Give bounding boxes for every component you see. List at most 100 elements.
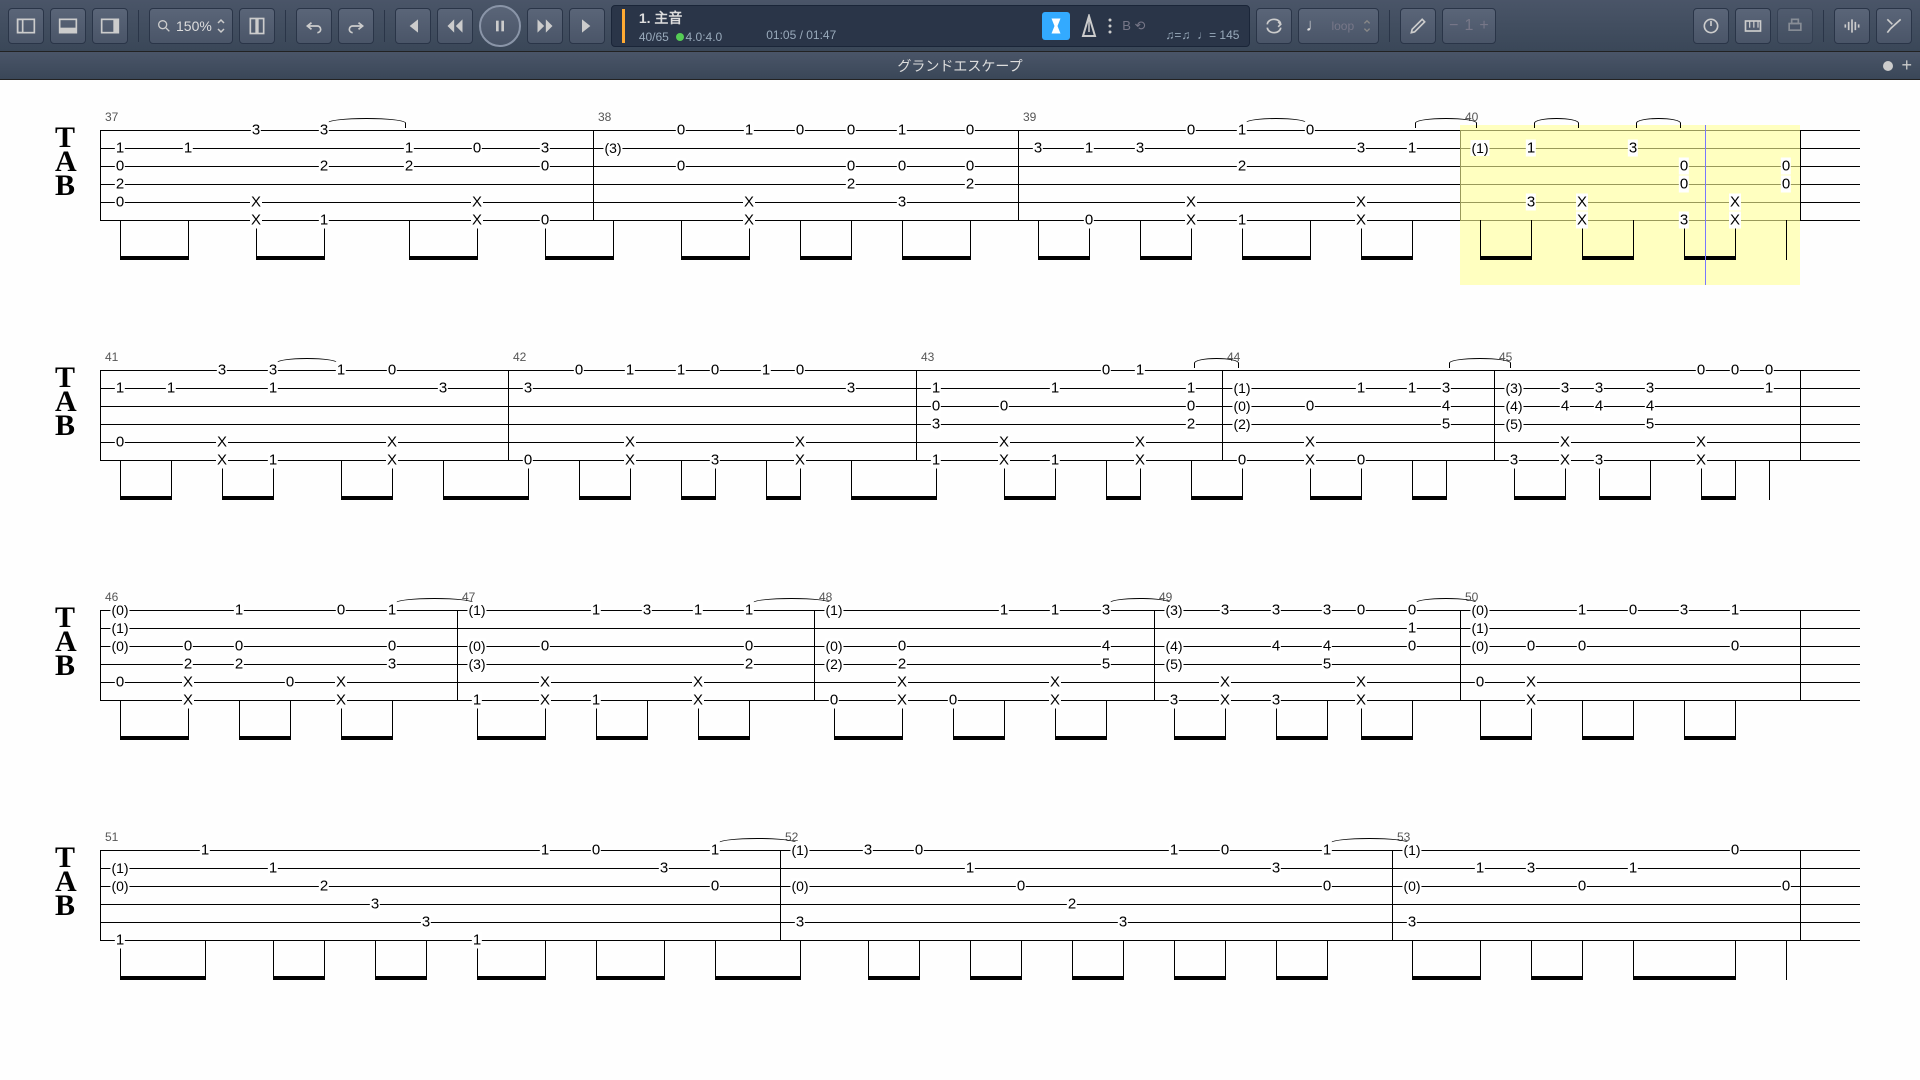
fret-number[interactable]: (2): [1232, 416, 1251, 432]
fret-number[interactable]: 1: [999, 602, 1009, 619]
fret-number[interactable]: 3: [1441, 380, 1451, 397]
redo-icon[interactable]: [338, 8, 374, 44]
fret-number[interactable]: 3: [795, 914, 805, 931]
fret-number[interactable]: 3: [863, 842, 873, 859]
fret-number[interactable]: X: [743, 212, 755, 229]
fret-number[interactable]: 2: [234, 656, 244, 673]
fret-number[interactable]: 2: [319, 158, 329, 175]
fret-number[interactable]: 2: [1237, 158, 1247, 175]
fret-number[interactable]: 1: [1407, 140, 1417, 157]
fret-number[interactable]: 0: [387, 362, 397, 379]
fret-number[interactable]: 3: [1169, 692, 1179, 709]
fret-number[interactable]: 3: [251, 122, 261, 139]
fret-number[interactable]: X: [1559, 452, 1571, 469]
audio-icon[interactable]: [1834, 8, 1870, 44]
fret-number[interactable]: (2): [824, 656, 843, 672]
fret-number[interactable]: (0): [790, 878, 809, 894]
fret-number[interactable]: X: [1134, 452, 1146, 469]
fret-number[interactable]: X: [1049, 692, 1061, 709]
fret-number[interactable]: 0: [948, 692, 958, 709]
undo-icon[interactable]: [296, 8, 332, 44]
fret-number[interactable]: 0: [1730, 842, 1740, 859]
fret-number[interactable]: 1: [1050, 380, 1060, 397]
fret-number[interactable]: 0: [540, 638, 550, 655]
fret-number[interactable]: 1: [744, 602, 754, 619]
fret-number[interactable]: X: [1304, 452, 1316, 469]
fret-number[interactable]: 3: [1271, 860, 1281, 877]
fret-number[interactable]: 0: [829, 692, 839, 709]
fret-number[interactable]: (4): [1504, 398, 1523, 414]
fret-number[interactable]: 2: [965, 176, 975, 193]
fret-number[interactable]: 0: [931, 398, 941, 415]
fret-number[interactable]: 0: [1696, 362, 1706, 379]
fret-number[interactable]: 2: [897, 656, 907, 673]
fret-number[interactable]: X: [692, 674, 704, 691]
fret-number[interactable]: X: [1355, 212, 1367, 229]
fret-number[interactable]: 4: [1441, 398, 1451, 415]
fret-number[interactable]: 0: [574, 362, 584, 379]
fret-number[interactable]: X: [471, 212, 483, 229]
fret-number[interactable]: 0: [472, 140, 482, 157]
fret-number[interactable]: 3: [931, 416, 941, 433]
page-layout-icon[interactable]: [239, 8, 275, 44]
fret-number[interactable]: X: [539, 674, 551, 691]
fret-number[interactable]: X: [1576, 212, 1588, 229]
fret-number[interactable]: X: [896, 674, 908, 691]
fret-number[interactable]: (0): [110, 878, 129, 894]
fret-number[interactable]: 1: [472, 932, 482, 949]
fret-number[interactable]: 3: [1271, 692, 1281, 709]
fret-number[interactable]: X: [1559, 434, 1571, 451]
fret-number[interactable]: 1: [472, 692, 482, 709]
fret-number[interactable]: X: [998, 434, 1010, 451]
fret-number[interactable]: (1): [824, 602, 843, 618]
fret-number[interactable]: 0: [846, 158, 856, 175]
fret-number[interactable]: 0: [1356, 452, 1366, 469]
fret-number[interactable]: 1: [1186, 380, 1196, 397]
fret-number[interactable]: 0: [1730, 362, 1740, 379]
fret-number[interactable]: 1: [1084, 140, 1094, 157]
fret-number[interactable]: 3: [897, 194, 907, 211]
fret-number[interactable]: (5): [1164, 656, 1183, 672]
fret-number[interactable]: 0: [897, 638, 907, 655]
fret-number[interactable]: 0: [1101, 362, 1111, 379]
fret-number[interactable]: 0: [523, 452, 533, 469]
fret-number[interactable]: 1: [761, 362, 771, 379]
fret-number[interactable]: X: [1576, 194, 1588, 211]
fret-number[interactable]: 0: [846, 122, 856, 139]
fret-number[interactable]: X: [386, 434, 398, 451]
fret-number[interactable]: 3: [1135, 140, 1145, 157]
fret-number[interactable]: 1: [897, 122, 907, 139]
fret-number[interactable]: 0: [710, 878, 720, 895]
fret-number[interactable]: 1: [693, 602, 703, 619]
fret-number[interactable]: 1: [115, 932, 125, 949]
fret-number[interactable]: 2: [183, 656, 193, 673]
fret-number[interactable]: (0): [824, 638, 843, 654]
fret-number[interactable]: X: [1049, 674, 1061, 691]
fret-number[interactable]: 1: [1577, 602, 1587, 619]
fret-number[interactable]: 1: [931, 452, 941, 469]
fret-number[interactable]: 1: [1169, 842, 1179, 859]
fret-number[interactable]: X: [1355, 692, 1367, 709]
fret-number[interactable]: 1: [404, 140, 414, 157]
fret-number[interactable]: (1): [1470, 140, 1489, 156]
fret-number[interactable]: 3: [1322, 602, 1332, 619]
fret-number[interactable]: 0: [676, 158, 686, 175]
fret-number[interactable]: 2: [1067, 896, 1077, 913]
fret-number[interactable]: 5: [1441, 416, 1451, 433]
fret-number[interactable]: 3: [1509, 452, 1519, 469]
fret-number[interactable]: X: [250, 212, 262, 229]
fret-number[interactable]: 3: [421, 914, 431, 931]
fret-number[interactable]: 1: [1135, 362, 1145, 379]
fret-number[interactable]: X: [386, 452, 398, 469]
fret-number[interactable]: 1: [200, 842, 210, 859]
panel-right-icon[interactable]: [92, 8, 128, 44]
fret-number[interactable]: 1: [931, 380, 941, 397]
fret-number[interactable]: 3: [1526, 194, 1536, 211]
fret-number[interactable]: (1): [1470, 620, 1489, 636]
fret-number[interactable]: 0: [387, 638, 397, 655]
fret-number[interactable]: 3: [370, 896, 380, 913]
fret-number[interactable]: (1): [1402, 842, 1421, 858]
fret-number[interactable]: (3): [467, 656, 486, 672]
fret-number[interactable]: 0: [1016, 878, 1026, 895]
fret-number[interactable]: X: [335, 674, 347, 691]
